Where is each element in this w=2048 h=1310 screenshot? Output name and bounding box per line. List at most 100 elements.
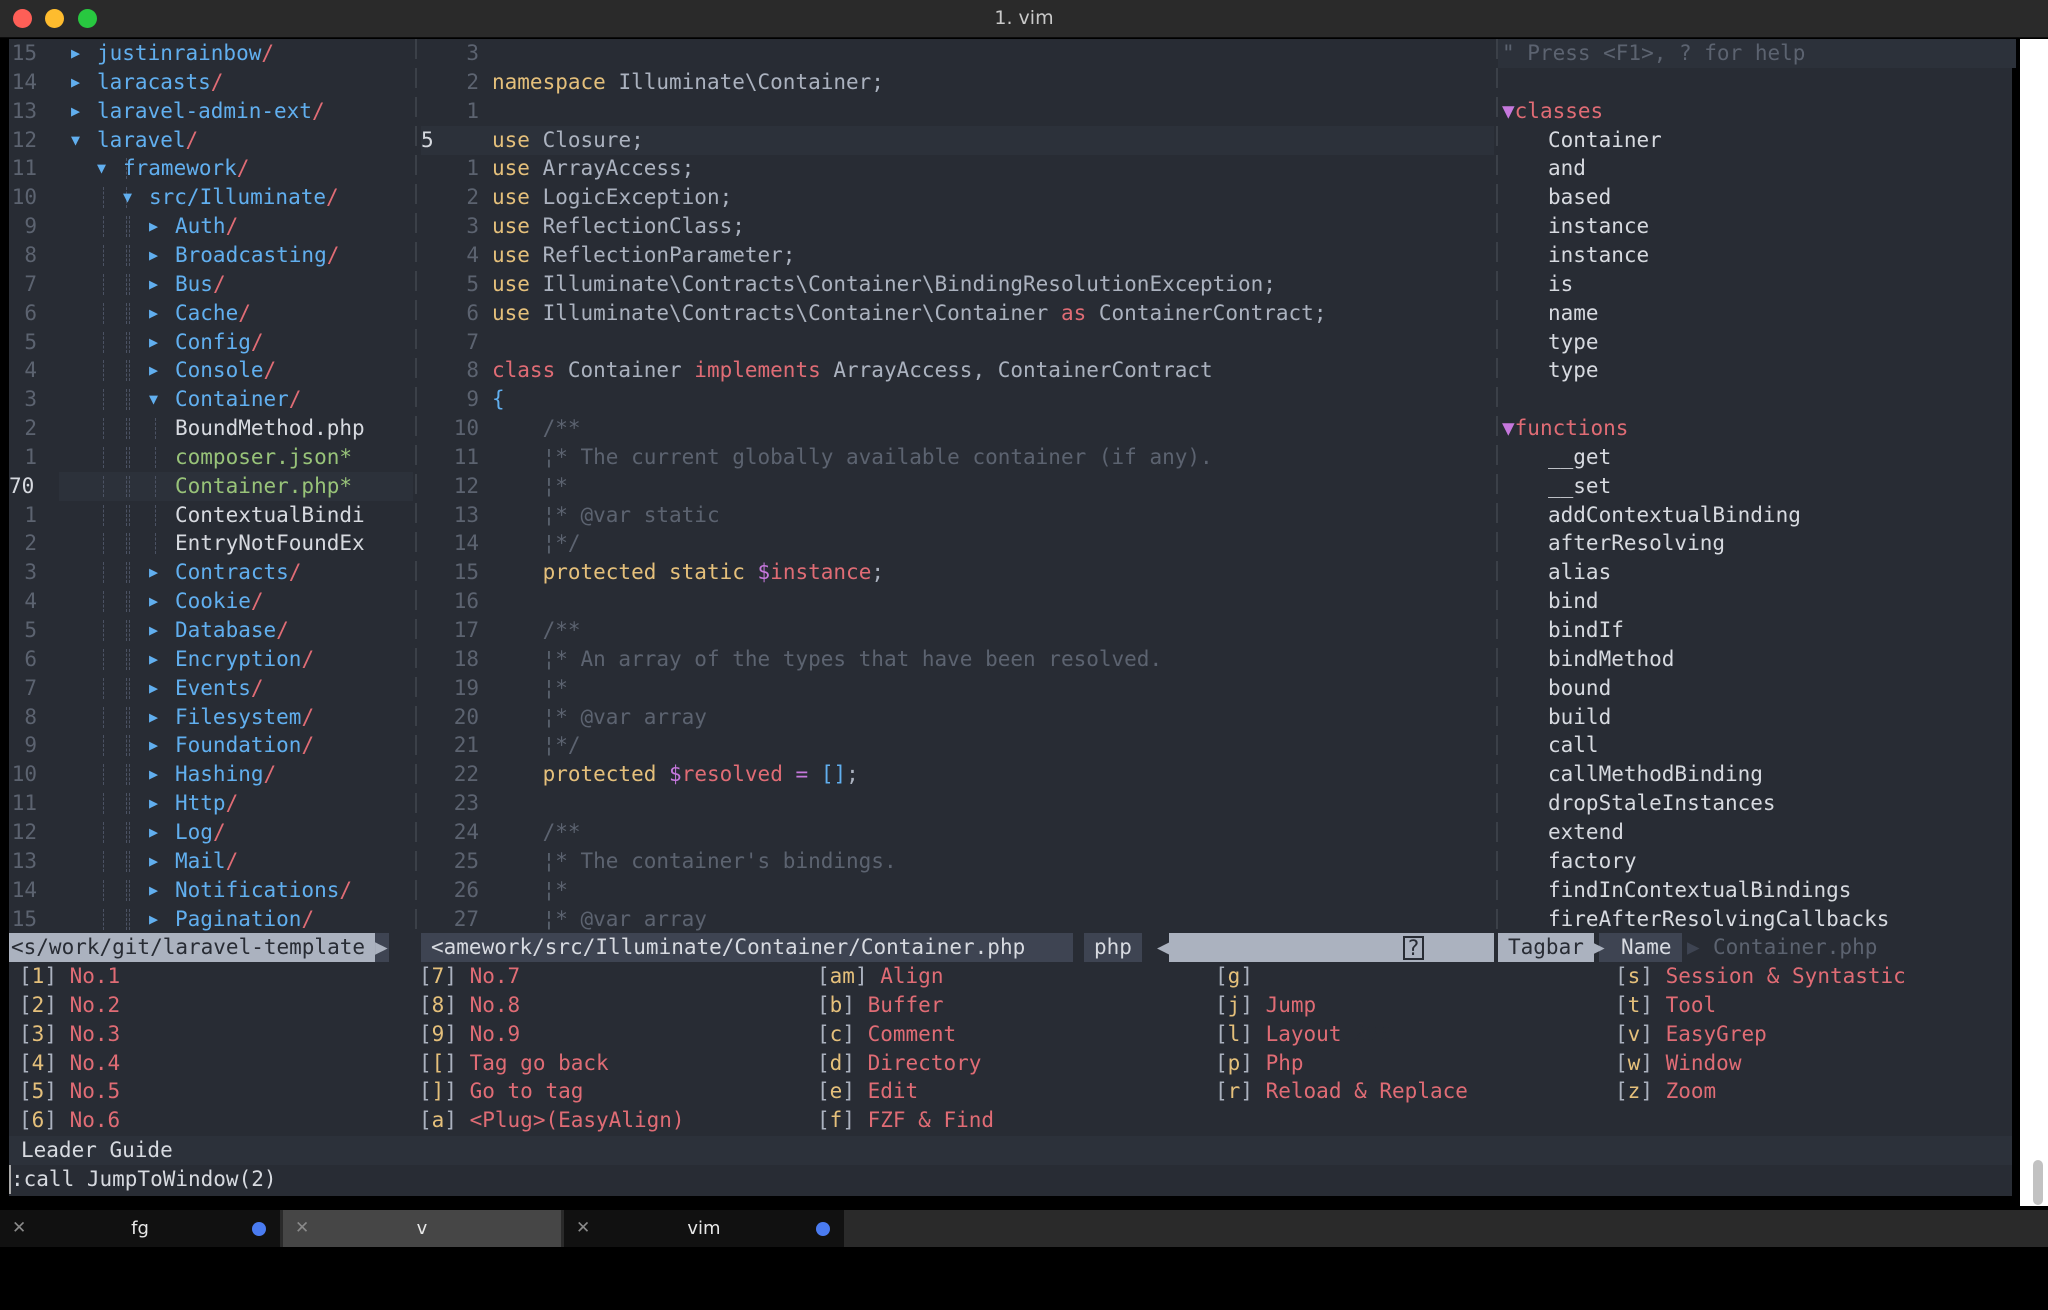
- folder-name[interactable]: Auth/: [175, 212, 238, 241]
- caret-right-icon[interactable]: ▶: [149, 876, 158, 905]
- tree-row[interactable]: 1 composer.json*: [9, 443, 413, 472]
- code-line[interactable]: 8 class Container implements ArrayAccess,…: [421, 356, 1494, 385]
- tagbar-item[interactable]: alias: [1548, 558, 1611, 587]
- tree-row[interactable]: 70 Container.php*: [9, 471, 413, 501]
- tab-fg[interactable]: ✕ fg: [0, 1210, 280, 1247]
- tree-row[interactable]: 9 ▶ Auth/: [9, 212, 413, 241]
- tagbar-item[interactable]: fireAfterResolvingCallbacks: [1548, 905, 1889, 934]
- caret-right-icon[interactable]: ▶: [149, 299, 158, 328]
- tree-row[interactable]: 2 EntryNotFoundEx: [9, 529, 413, 558]
- tree-row[interactable]: 6 ▶ Cache/: [9, 299, 413, 328]
- code-line[interactable]: 1: [421, 97, 1494, 126]
- tree-row[interactable]: 8 ▶ Filesystem/: [9, 703, 413, 732]
- caret-right-icon[interactable]: ▶: [149, 731, 158, 760]
- code-line[interactable]: 4 use ReflectionParameter;: [421, 241, 1494, 270]
- tab-v[interactable]: ✕ v: [283, 1210, 561, 1247]
- folder-name[interactable]: laracasts/: [97, 68, 223, 97]
- tree-row[interactable]: 2 BoundMethod.php: [9, 414, 413, 443]
- leader-guide-item[interactable]: [9] No.9: [419, 1020, 520, 1049]
- code-line[interactable]: 21 ¦*/: [421, 731, 1494, 760]
- tagbar-item[interactable]: call: [1548, 731, 1599, 760]
- leader-guide-item[interactable]: [3] No.3: [19, 1020, 120, 1049]
- file-name[interactable]: Container.php*: [175, 472, 352, 501]
- folder-name[interactable]: Http/: [175, 789, 238, 818]
- caret-right-icon[interactable]: ▶: [149, 674, 158, 703]
- leader-guide-item[interactable]: [l] Layout: [1215, 1020, 1341, 1049]
- code-line[interactable]: 27 ¦* @var array: [421, 905, 1494, 934]
- folder-name[interactable]: Mail/: [175, 847, 238, 876]
- caret-down-icon[interactable]: ▼: [149, 385, 158, 414]
- code-line[interactable]: 23: [421, 789, 1494, 818]
- vim-terminal[interactable]: 15 ▶ justinrainbow/14 ▶ laracasts/13 ▶ laravel…: [9, 39, 2016, 1196]
- code-line[interactable]: 22 protected $resolved = [];: [421, 760, 1494, 789]
- code-line[interactable]: 12 ¦*: [421, 472, 1494, 501]
- folder-name[interactable]: Encryption/: [175, 645, 314, 674]
- tree-row[interactable]: 14 ▶ laracasts/: [9, 68, 413, 97]
- caret-right-icon[interactable]: ▶: [149, 760, 158, 789]
- tree-row[interactable]: 11 ▼ framework/: [9, 154, 413, 183]
- leader-guide-item[interactable]: [4] No.4: [19, 1049, 120, 1078]
- tagbar-item[interactable]: bound: [1548, 674, 1611, 703]
- tagbar-item[interactable]: based: [1548, 183, 1611, 212]
- tree-row[interactable]: 5 ▶ Config/: [9, 328, 413, 357]
- leader-guide-item[interactable]: [[] Tag go back: [419, 1049, 609, 1078]
- code-line[interactable]: 7: [421, 328, 1494, 357]
- split-divider[interactable]: [415, 39, 417, 933]
- code-line[interactable]: 3 use ReflectionClass;: [421, 212, 1494, 241]
- caret-right-icon[interactable]: ▶: [149, 789, 158, 818]
- tree-row[interactable]: 15 ▶ justinrainbow/: [9, 39, 413, 68]
- tagbar-item[interactable]: instance: [1548, 212, 1649, 241]
- caret-down-icon[interactable]: ▼: [123, 183, 132, 212]
- tree-row[interactable]: 7 ▶ Events/: [9, 674, 413, 703]
- code-line[interactable]: 16: [421, 587, 1494, 616]
- tree-row[interactable]: 12 ▶ Log/: [9, 818, 413, 847]
- code-line[interactable]: 19 ¦*: [421, 674, 1494, 703]
- leader-guide-item[interactable]: [w] Window: [1615, 1049, 1741, 1078]
- tagbar-item[interactable]: instance: [1548, 241, 1649, 270]
- caret-down-icon[interactable]: ▼: [71, 126, 80, 155]
- code-line[interactable]: 20 ¦* @var array: [421, 703, 1494, 732]
- leader-guide-item[interactable]: [c] Comment: [817, 1020, 956, 1049]
- tagbar-section-header[interactable]: ▼classes: [1502, 97, 1603, 126]
- tagbar-item[interactable]: is: [1548, 270, 1573, 299]
- caret-down-icon[interactable]: ▼: [97, 154, 106, 183]
- caret-right-icon[interactable]: ▶: [71, 68, 80, 97]
- leader-guide-item[interactable]: [7] No.7: [419, 962, 520, 991]
- tagbar-pane[interactable]: " Press <F1>, ? for help ▼classes Containe…: [1498, 39, 2016, 934]
- expand-triangle-icon[interactable]: ▼: [1502, 416, 1515, 440]
- tree-row[interactable]: 10 ▶ Hashing/: [9, 760, 413, 789]
- folder-name[interactable]: Notifications/: [175, 876, 352, 905]
- tagbar-item[interactable]: bind: [1548, 587, 1599, 616]
- tagbar-item[interactable]: findInContextualBindings: [1548, 876, 1851, 905]
- folder-name[interactable]: justinrainbow/: [97, 39, 274, 68]
- folder-name[interactable]: framework/: [123, 154, 249, 183]
- leader-guide-item[interactable]: [t] Tool: [1615, 991, 1716, 1020]
- leader-guide-item[interactable]: [6] No.6: [19, 1106, 120, 1135]
- file-name[interactable]: ContextualBindi: [175, 501, 365, 530]
- code-line[interactable]: 14 ¦*/: [421, 529, 1494, 558]
- code-line[interactable]: 9{: [421, 385, 1494, 414]
- tagbar-item[interactable]: dropStaleInstances: [1548, 789, 1776, 818]
- leader-guide-item[interactable]: [p] Php: [1215, 1049, 1304, 1078]
- leader-guide-item[interactable]: [1] No.1: [19, 962, 120, 991]
- tagbar-item[interactable]: and: [1548, 154, 1586, 183]
- tagbar-item[interactable]: __get: [1548, 443, 1611, 472]
- leader-guide-item[interactable]: [e] Edit: [817, 1077, 918, 1106]
- code-line[interactable]: 25 ¦* The container's bindings.: [421, 847, 1494, 876]
- file-name[interactable]: BoundMethod.php: [175, 414, 365, 443]
- code-editor-pane[interactable]: 3 2 namespace Illuminate\Container; 1 5 use C…: [421, 39, 1494, 933]
- leader-guide-item[interactable]: [8] No.8: [419, 991, 520, 1020]
- tree-row[interactable]: 15 ▶ Pagination/: [9, 905, 413, 934]
- file-name[interactable]: composer.json*: [175, 443, 352, 472]
- code-line[interactable]: 24 /**: [421, 818, 1494, 847]
- code-line[interactable]: 5 use Closure;: [421, 125, 1494, 155]
- tree-row[interactable]: 7 ▶ Bus/: [9, 270, 413, 299]
- folder-name[interactable]: src/Illuminate/: [149, 183, 339, 212]
- tagbar-item[interactable]: name: [1548, 299, 1599, 328]
- caret-right-icon[interactable]: ▶: [149, 241, 158, 270]
- leader-guide-item[interactable]: [z] Zoom: [1615, 1077, 1716, 1106]
- tagbar-item[interactable]: extend: [1548, 818, 1624, 847]
- tagbar-item[interactable]: build: [1548, 703, 1611, 732]
- tree-row[interactable]: 13 ▶ laravel-admin-ext/: [9, 97, 413, 126]
- code-line[interactable]: 18 ¦* An array of the types that have be…: [421, 645, 1494, 674]
